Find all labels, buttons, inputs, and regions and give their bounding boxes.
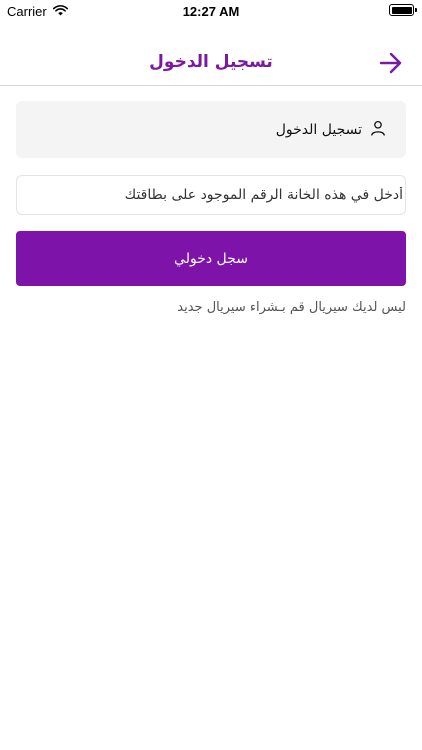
status-time: 12:27 AM (182, 4, 240, 19)
battery-icon (389, 4, 417, 16)
page-title: تسجيل الدخول (149, 52, 273, 72)
battery-fill (391, 6, 412, 14)
arrow-right-icon (379, 52, 402, 74)
login-button[interactable]: سجل دخولي (16, 231, 406, 286)
user-icon (370, 120, 386, 140)
login-screen: Carrier 12:27 AM تسجيل الدخول تسجيل الدخ… (0, 0, 422, 750)
login-box-label: تسجيل الدخول (275, 121, 362, 138)
nav-bar: تسجيل الدخول (0, 42, 422, 86)
buy-serial-link[interactable]: ليس لديك سيريال قم بـشراء سيريال جديد (177, 300, 406, 315)
serial-input[interactable] (16, 175, 406, 215)
back-button[interactable] (378, 50, 404, 76)
login-method-box[interactable]: تسجيل الدخول (16, 101, 406, 158)
status-bar: Carrier 12:27 AM (0, 0, 422, 22)
